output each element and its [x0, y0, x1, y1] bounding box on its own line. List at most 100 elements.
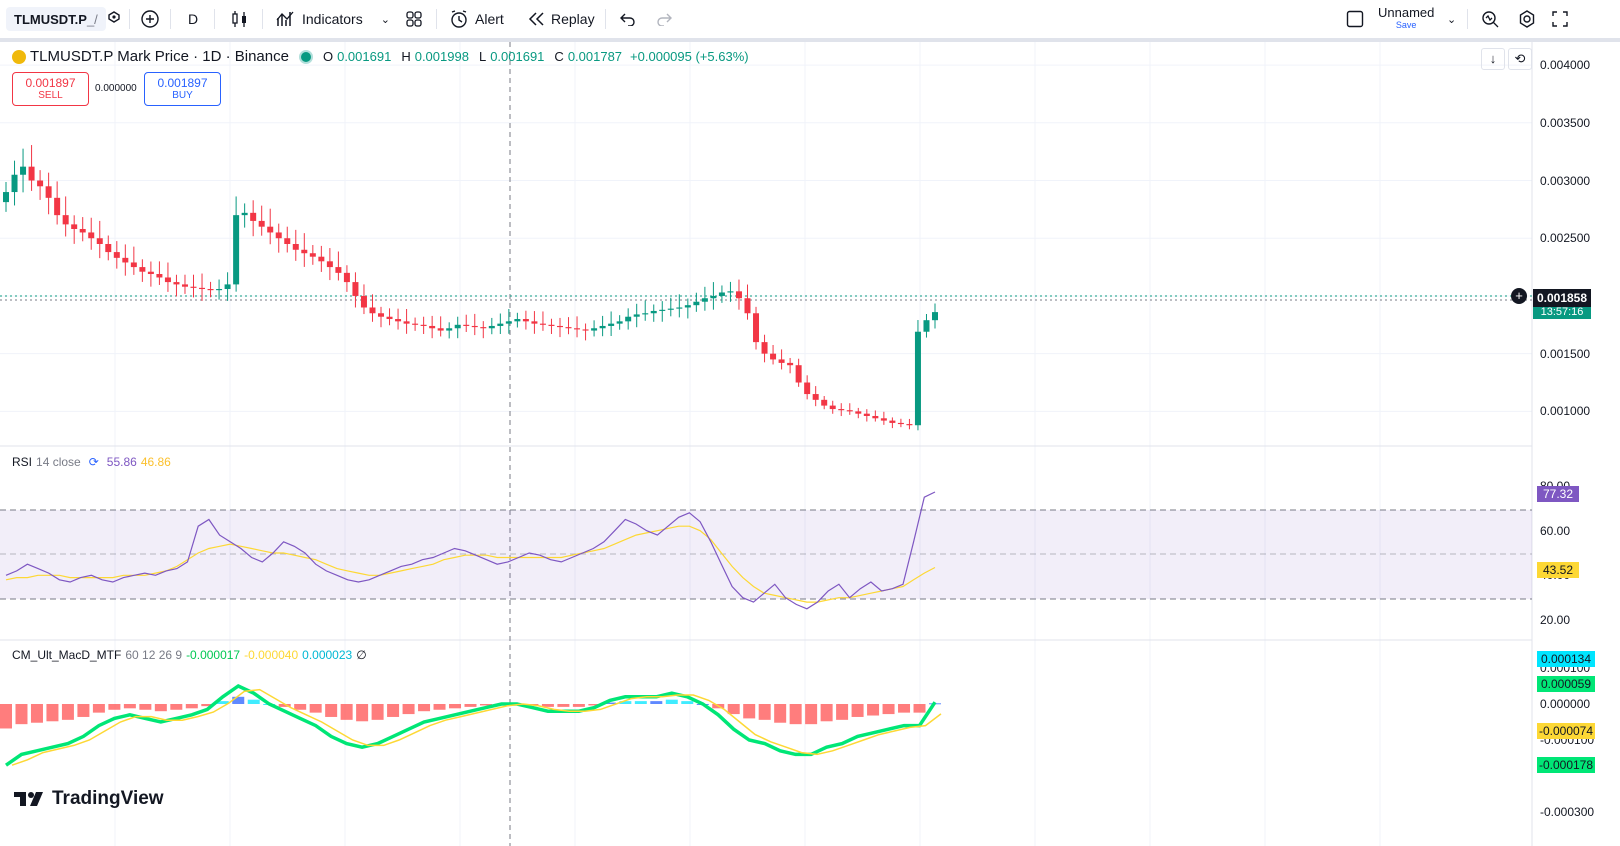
macd-histogram-bar [15, 704, 28, 725]
buy-label: BUY [172, 90, 193, 101]
interval-label: D [188, 11, 199, 27]
macd-histogram-bar [805, 704, 818, 725]
macd-line [4, 683, 937, 767]
chart-type-button[interactable] [229, 0, 251, 38]
layout-chevron-icon[interactable]: ⌄ [1447, 0, 1456, 38]
candle-body [778, 359, 785, 363]
candle-body [54, 197, 61, 216]
buy-button[interactable]: 0.001897 BUY [144, 72, 221, 106]
layout-checkbox[interactable] [1345, 0, 1365, 38]
candle-body [156, 274, 163, 278]
alert-button[interactable]: Alert [449, 0, 504, 38]
candle-body [301, 249, 308, 254]
undo-button[interactable] [618, 0, 638, 38]
chart-canvas[interactable] [0, 42, 1620, 846]
replay-button[interactable]: Replay [527, 0, 595, 38]
candle-body [829, 405, 836, 410]
layout-name-button[interactable]: Unnamed Save [1378, 0, 1434, 38]
market-status-icon [298, 49, 313, 64]
candle-body [727, 291, 734, 293]
candle-body [181, 284, 188, 287]
legend-title[interactable]: TLMUSDT.P Mark Price · 1D · Binance [30, 48, 289, 65]
candle-body [207, 289, 214, 291]
macd-histogram-bar [92, 704, 105, 713]
add-symbol-icon-alt[interactable] [103, 0, 125, 38]
macd-histogram-bar [402, 704, 415, 715]
candle-body [812, 394, 819, 400]
scroll-down-button[interactable]: ↓ [1481, 48, 1505, 70]
candle-body [684, 305, 691, 308]
candle-body [488, 325, 495, 329]
macd-signal-pill: 0.000059 [1537, 676, 1595, 692]
macd-histogram-bar [727, 704, 740, 715]
macd-label: CM_Ult_MacD_MTF [12, 648, 122, 662]
candle-body [326, 261, 333, 268]
candle-body [514, 319, 521, 322]
candle-body [804, 382, 811, 395]
candle-body [548, 324, 555, 326]
rsi-label: RSI [12, 455, 33, 469]
macd-neg2-pill: -0.000178 [1537, 757, 1595, 773]
macd-histogram-bar [247, 699, 260, 704]
candle-body [539, 323, 546, 325]
macd-histogram-bar [108, 704, 121, 710]
macd-value-4: ∅ [356, 648, 367, 662]
candle-body [642, 313, 649, 315]
candle-body [88, 232, 95, 239]
countdown-label: 13:57:16 [1540, 306, 1584, 318]
candle-body [258, 220, 265, 227]
candle-body [667, 308, 674, 310]
candle-body [633, 314, 640, 317]
macd-hist-pill: 0.000134 [1537, 651, 1595, 667]
macd-histogram-bar [325, 704, 338, 717]
candle-body [855, 411, 862, 414]
candle-body [676, 307, 683, 309]
candle-body [216, 289, 223, 291]
reset-button[interactable]: ⟲ [1508, 48, 1532, 70]
templates-button[interactable] [403, 0, 425, 38]
ohlc-h-value: 0.001998 [414, 49, 469, 64]
price-tick-label: 0.004000 [1540, 58, 1591, 73]
candle-body [318, 256, 325, 262]
replay-label: Replay [551, 11, 595, 27]
redo-button[interactable] [654, 0, 674, 38]
macd-histogram-bar [913, 704, 926, 713]
candle-body [130, 262, 137, 268]
candle-body [378, 313, 385, 317]
rsi-legend[interactable]: RSI 14 close ⟳ 55.86 46.86 [12, 455, 171, 469]
macd-tick-label: -0.000300 [1540, 805, 1595, 819]
tradingview-logo[interactable]: TradingView [14, 788, 164, 810]
candle-body [914, 331, 921, 426]
macd-group [0, 683, 942, 767]
macd-histogram-bar [294, 704, 307, 710]
candle-body [838, 409, 845, 411]
macd-histogram-bar [61, 704, 74, 720]
candle-body [420, 324, 427, 326]
settings-button[interactable] [1517, 0, 1537, 38]
candle-body [454, 324, 461, 329]
indicators-button[interactable]: Indicators ⌄ [276, 0, 390, 38]
chart-container[interactable]: TLMUSDT.P Mark Price · 1D · Binance O 0.0… [0, 42, 1620, 846]
macd-legend[interactable]: CM_Ult_MacD_MTF 60 12 26 9 -0.000017 -0.… [12, 648, 367, 662]
add-alert-plus-icon[interactable]: + [1511, 288, 1527, 304]
quick-search-button[interactable] [1480, 0, 1500, 38]
price-tick-label: 0.001500 [1540, 346, 1591, 361]
candle-body [395, 319, 402, 322]
compare-icon [108, 11, 120, 23]
macd-histogram-bar [789, 704, 802, 725]
candle-body [173, 282, 180, 285]
candle-body [821, 399, 828, 406]
tradingview-logo-icon [14, 792, 43, 806]
symbol-search-button[interactable]: TLMUSDT.P _/ [6, 7, 106, 31]
sell-button[interactable]: 0.001897 SELL [12, 72, 89, 106]
candle-body [497, 323, 504, 326]
candle-body [889, 420, 896, 423]
candle-body [139, 267, 146, 272]
candle-body [753, 313, 760, 343]
add-compare-button[interactable] [139, 0, 161, 38]
candle-body [744, 298, 751, 314]
macd-histogram-bar [758, 704, 771, 720]
candle-body [28, 166, 35, 181]
interval-button[interactable]: D [188, 0, 198, 38]
fullscreen-button[interactable] [1550, 0, 1570, 38]
